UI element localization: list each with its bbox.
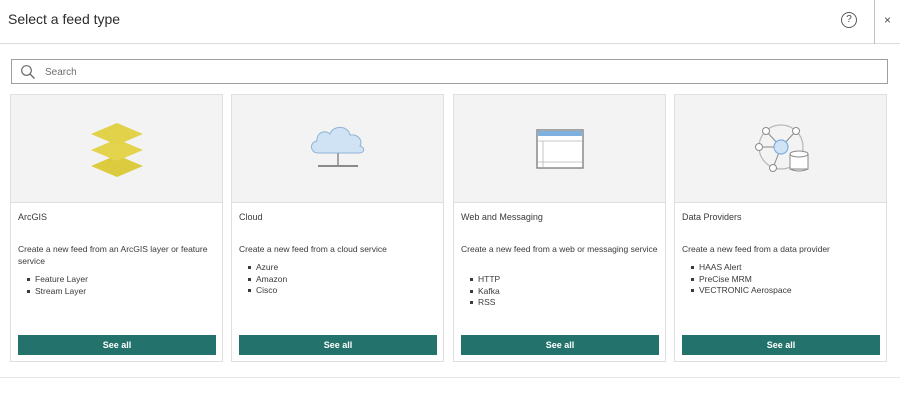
search-icon	[21, 65, 35, 79]
list-item: Kafka	[470, 286, 500, 298]
card-description: Create a new feed from a cloud service	[239, 244, 387, 254]
see-all-button[interactable]: See all	[18, 335, 216, 355]
card-item-list: Feature Layer Stream Layer	[27, 274, 88, 297]
card-thumbnail	[675, 95, 886, 203]
search-box	[11, 59, 888, 84]
card-title: Web and Messaging	[461, 212, 543, 222]
card-description: Create a new feed from an ArcGIS layer o…	[18, 244, 208, 266]
cloud-icon	[311, 126, 365, 167]
card-title: ArcGIS	[18, 212, 48, 222]
feed-card-web-and-messaging[interactable]: Web and Messaging Create a new feed from…	[453, 94, 666, 362]
list-item: Cisco	[248, 285, 287, 297]
feed-card-data-providers[interactable]: Data Providers Create a new feed from a …	[674, 94, 887, 362]
see-all-button[interactable]: See all	[682, 335, 880, 355]
card-item-list: HTTP Kafka RSS	[470, 274, 500, 309]
list-item: PreCise MRM	[691, 274, 792, 286]
search-input[interactable]	[45, 63, 845, 81]
see-all-button[interactable]: See all	[239, 335, 437, 355]
card-description: Create a new feed from a web or messagin…	[461, 244, 658, 254]
dialog-title: Select a feed type	[8, 11, 121, 27]
list-item: Feature Layer	[27, 274, 88, 286]
card-title: Data Providers	[682, 212, 742, 222]
see-all-button[interactable]: See all	[461, 335, 659, 355]
help-button[interactable]: ?	[841, 12, 857, 28]
card-description: Create a new feed from a data provider	[682, 244, 830, 254]
list-item: Stream Layer	[27, 286, 88, 298]
data-network-icon	[755, 124, 809, 172]
browser-window-icon	[536, 129, 584, 169]
close-button[interactable]: ×	[874, 0, 900, 44]
list-item: RSS	[470, 297, 500, 309]
divider	[0, 377, 900, 378]
list-item: Azure	[248, 262, 287, 274]
layers-icon	[91, 123, 143, 177]
card-thumbnail	[232, 95, 443, 203]
list-item: Amazon	[248, 274, 287, 286]
card-title: Cloud	[239, 212, 263, 222]
feed-card-arcgis[interactable]: ArcGIS Create a new feed from an ArcGIS …	[10, 94, 223, 362]
list-item: HAAS Alert	[691, 262, 792, 274]
card-thumbnail	[11, 95, 222, 203]
feed-card-cloud[interactable]: Cloud Create a new feed from a cloud ser…	[231, 94, 444, 362]
card-item-list: HAAS Alert PreCise MRM VECTRONIC Aerospa…	[691, 262, 792, 297]
list-item: HTTP	[470, 274, 500, 286]
list-item: VECTRONIC Aerospace	[691, 285, 792, 297]
card-thumbnail	[454, 95, 665, 203]
dialog-header: Select a feed type ? ×	[0, 0, 900, 44]
card-item-list: Azure Amazon Cisco	[248, 262, 287, 297]
